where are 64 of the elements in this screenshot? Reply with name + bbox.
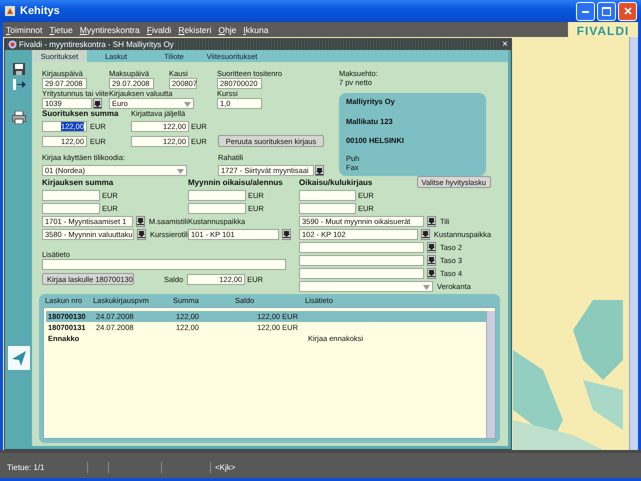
logo: FIVALDI <box>576 25 630 37</box>
lookup-button[interactable] <box>136 216 145 226</box>
download-arrow-icon <box>94 100 101 108</box>
lookup-button[interactable] <box>427 242 436 252</box>
lookup-button[interactable] <box>282 228 291 240</box>
lookup-button[interactable] <box>137 228 146 240</box>
record-counter: Tietue: 1/1 <box>3 462 88 473</box>
amount-field[interactable] <box>42 190 100 200</box>
download-arrow-icon <box>316 166 323 174</box>
section-title: Suorituksen summa <box>42 109 120 118</box>
menu-item[interactable]: Tietue <box>49 24 73 34</box>
exit-icon[interactable] <box>12 78 26 91</box>
window-title: Kehitys <box>20 5 61 17</box>
maximize-icon <box>602 6 611 16</box>
menu-item[interactable]: Fivaldi <box>146 24 172 34</box>
dimension-field[interactable] <box>299 268 424 278</box>
close-button[interactable] <box>618 2 637 20</box>
arrow-logo-icon[interactable] <box>8 346 30 370</box>
section-title: Kirjauksen summa <box>42 178 114 186</box>
download-arrow-icon <box>136 217 144 225</box>
maximize-button[interactable] <box>597 2 616 20</box>
close-button[interactable]: × <box>502 40 508 50</box>
download-arrow-icon <box>283 230 290 238</box>
download-arrow-icon <box>428 217 435 225</box>
lookup-button[interactable] <box>93 98 102 109</box>
dropdown-arrow-icon <box>177 169 184 174</box>
amount-field[interactable] <box>299 190 356 200</box>
scrollbar[interactable] <box>486 311 495 438</box>
section-title: Myynnin oikaisu/alennus <box>188 178 283 186</box>
download-arrow-icon <box>428 269 435 277</box>
lookup-button[interactable] <box>315 165 324 176</box>
dimension-field[interactable] <box>299 242 424 252</box>
printer-icon[interactable] <box>12 111 26 124</box>
close-icon <box>624 7 632 15</box>
amount-field[interactable] <box>42 202 100 214</box>
lookup-button[interactable] <box>420 228 430 240</box>
scrollbar[interactable] <box>629 37 638 450</box>
app-icon <box>8 40 17 49</box>
note-field[interactable] <box>42 259 286 270</box>
section-title: Oikaisu/kulukirjaus <box>299 178 372 186</box>
download-arrow-icon <box>138 230 145 238</box>
dropdown-arrow-icon <box>423 284 430 290</box>
minimize-button[interactable] <box>576 2 595 20</box>
app-icon <box>4 5 16 17</box>
lookup-button[interactable] <box>427 254 436 266</box>
menu-item[interactable]: Myyntireskontra <box>80 24 140 34</box>
lookup-button[interactable] <box>427 268 436 278</box>
menu-item[interactable]: Ikkuna <box>243 24 268 34</box>
menu-item[interactable]: Toiminnot <box>6 24 42 34</box>
amount-field[interactable] <box>188 202 246 214</box>
download-arrow-icon <box>428 256 435 264</box>
menu-item[interactable]: Rekisteri <box>178 24 212 34</box>
dropdown-arrow-icon <box>184 102 191 107</box>
dimension-field[interactable] <box>299 254 424 266</box>
lookup-button[interactable] <box>427 216 436 226</box>
menu-item[interactable]: Ohje <box>218 24 236 34</box>
download-arrow-icon <box>422 230 429 238</box>
amount-field[interactable] <box>299 202 356 214</box>
minimize-icon <box>582 10 589 12</box>
amount-field[interactable] <box>188 190 246 200</box>
download-arrow-icon <box>428 243 435 251</box>
mode-indicator: <Kjk> <box>214 462 236 473</box>
form-window-title: Fivaldi - myyntireskontra - SH Malliyritys Oy <box>19 40 175 49</box>
save-icon[interactable] <box>12 62 26 76</box>
